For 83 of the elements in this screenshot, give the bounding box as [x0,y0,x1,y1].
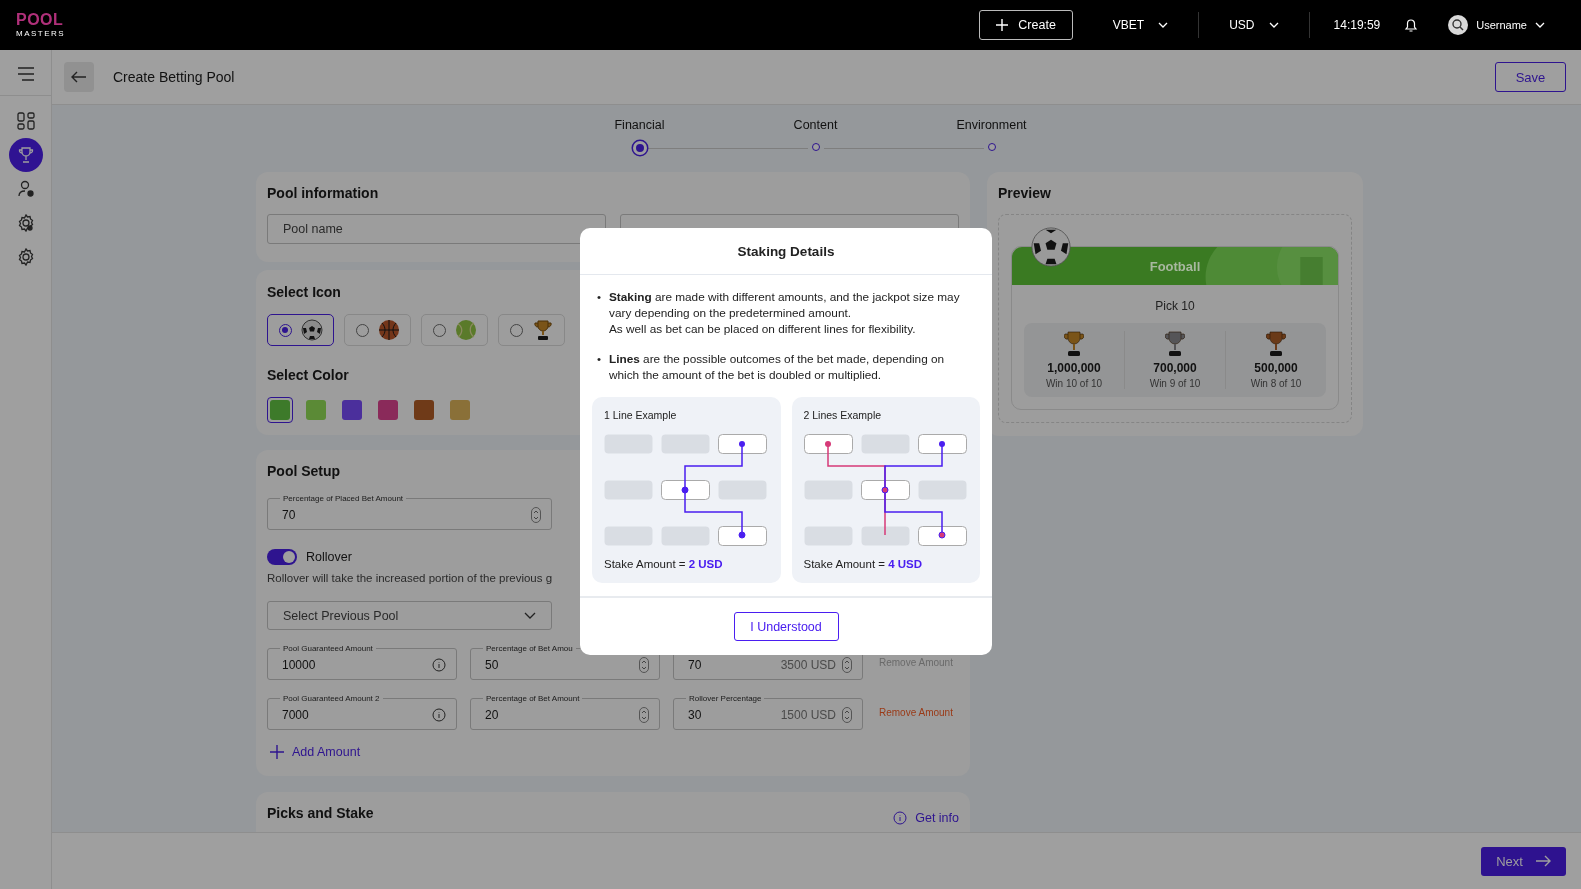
logo-text: POOL [16,12,65,28]
banner-title: Football [1149,258,1201,274]
trophy-icon [531,319,554,341]
info-icon [893,811,908,825]
dialog-title: Staking Details [737,243,835,259]
plus-icon [270,745,284,759]
prize-caption: Win 10 of 10 [1045,378,1103,389]
trophy-icon [1165,331,1185,357]
caret-icon [1535,22,1545,28]
section-title: Preview [998,185,1051,201]
stake-amount: Stake Amount = 4 USD [803,558,923,570]
pick-count: Pick 10 [1154,299,1196,313]
trophy-icon [1266,331,1286,357]
trophy-icon [1064,331,1084,357]
bullet-text: Lines are the possible outcomes of the bet made, depending on which the amount of the bet is doubled or multiplied. [609,351,946,383]
currency-dropdown[interactable]: USD [1223,18,1285,32]
caret-icon [1268,22,1279,28]
tennis-ball-icon [454,319,477,341]
percentage-field[interactable]: Percentage of Placed Bet Amount 70 [267,494,552,530]
section-title: Pool Setup [267,463,341,479]
bullet-text: Staking are made with different amounts, and the jackpot size may vary depending on the predetermined amount. As well as bet can be placed on different lines for flexibility. [609,289,961,337]
back-button[interactable] [64,62,94,92]
icon-option[interactable] [344,314,411,346]
rollover-percentage-field[interactable]: Rollover Percentage 30 1500 USD [673,694,863,730]
back-arrow-icon [71,71,87,83]
prize-amount: 1,000,000 [1047,361,1101,375]
bullet-marker: • [597,290,603,305]
create-button[interactable]: Create [979,10,1073,40]
prize-amount: 700,000 [1153,361,1197,375]
next-button[interactable]: Next [1481,846,1566,876]
clock-time: 14:19:59 [1333,18,1381,32]
spinner-icon[interactable] [531,507,541,523]
pool-name-field[interactable]: Pool name [267,214,606,244]
bullet-marker: • [597,352,603,367]
section-title: Pool information [267,185,379,201]
brand-dropdown[interactable]: VBET [1106,18,1175,32]
step-label: Content [793,118,838,132]
prize-caption: Win 8 of 10 [1250,378,1302,389]
step-label: Environment [956,118,1027,132]
bell-icon[interactable] [1404,17,1419,33]
prize-amount: 500,000 [1254,361,1298,375]
basketball-icon [377,319,400,341]
add-amount-button[interactable]: Add Amount [267,745,364,759]
get-info-link[interactable]: Get info [893,809,959,827]
understood-button[interactable]: I Understood [733,612,839,641]
step-indicator[interactable] [987,143,996,151]
section-title: Select Icon [267,284,341,300]
chevron-down-icon [524,612,536,619]
plus-icon [996,19,1009,31]
soccer-ball-icon [1031,227,1071,267]
stake-amount: Stake Amount = 2 USD [604,558,723,570]
info-icon [432,658,446,672]
spinner-icon[interactable] [842,656,852,673]
logo-subtitle: MASTERS [16,30,66,38]
prize-caption: Win 9 of 10 [1149,378,1201,389]
page-title: Create Betting Pool [113,69,236,85]
trophy-icon[interactable] [8,138,43,172]
rollover-description: Rollover will take the increased portion of the previous g [267,571,553,585]
guaranteed-amount-field[interactable]: Pool Guaranteed Amount 2 7000 [267,694,457,730]
soccer-ball-icon [300,319,323,341]
spinner-icon[interactable] [842,707,852,723]
info-icon [432,708,446,722]
example-title: 2 Lines Example [803,409,882,421]
user-menu[interactable]: Username [1442,14,1551,36]
section-title: Select Color [267,367,349,383]
icon-option[interactable] [267,314,334,346]
caret-icon [1158,22,1169,28]
previous-pool-select[interactable]: Select Previous Pool [267,601,552,630]
toggle-label: Rollover [306,550,352,564]
rollover-toggle[interactable] [267,549,297,565]
save-button[interactable]: Save [1495,62,1566,92]
step-indicator[interactable] [811,143,820,151]
bet-percentage-field[interactable]: Percentage of Bet Amount 20 [470,694,660,730]
step-label: Financial [614,118,665,132]
spinner-icon[interactable] [639,657,649,673]
example-title: 1 Line Example [604,409,677,421]
avatar-icon [1448,15,1469,35]
spinner-icon[interactable] [639,707,649,723]
step-indicator[interactable] [632,141,647,155]
icon-option[interactable] [498,314,565,346]
menu-icon[interactable] [16,67,35,81]
section-title: Picks and Stake [267,805,374,823]
arrow-right-icon [1534,855,1551,867]
